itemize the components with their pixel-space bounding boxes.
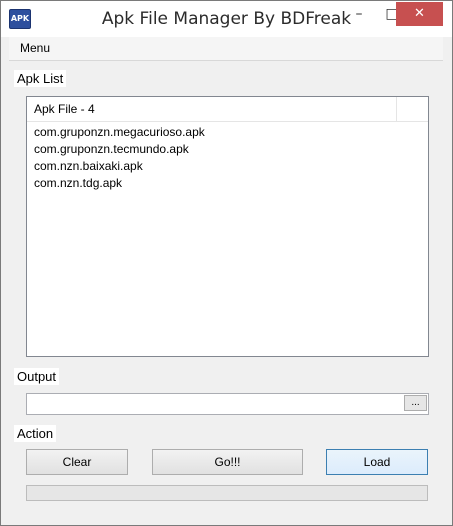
app-window: APK Apk File Manager By BDFreak – □ ✕ Me…: [0, 0, 453, 526]
apk-list-view[interactable]: Apk File - 4 com.gruponzn.megacurioso.ap…: [26, 96, 429, 357]
browse-button[interactable]: ...: [404, 395, 427, 411]
menu-item-menu[interactable]: Menu: [20, 37, 50, 60]
list-item[interactable]: com.nzn.baixaki.apk: [34, 158, 205, 175]
list-items: com.gruponzn.megacurioso.apk com.gruponz…: [34, 124, 205, 192]
menu-bar: Menu: [9, 37, 443, 61]
list-item[interactable]: com.nzn.tdg.apk: [34, 175, 205, 192]
progress-bar: [26, 485, 428, 501]
load-button[interactable]: Load: [326, 449, 428, 475]
output-path-field[interactable]: ...: [26, 393, 429, 415]
column-header-apk-file[interactable]: Apk File - 4: [27, 97, 397, 121]
list-item[interactable]: com.gruponzn.tecmundo.apk: [34, 141, 205, 158]
title-bar[interactable]: APK Apk File Manager By BDFreak – □ ✕: [1, 1, 452, 37]
apk-list-label: Apk List: [14, 70, 67, 87]
minimize-button[interactable]: –: [343, 2, 375, 26]
clear-button[interactable]: Clear: [26, 449, 128, 475]
go-button[interactable]: Go!!!: [152, 449, 303, 475]
list-item[interactable]: com.gruponzn.megacurioso.apk: [34, 124, 205, 141]
output-label: Output: [14, 368, 60, 385]
action-label: Action: [14, 425, 57, 442]
close-button[interactable]: ✕: [396, 2, 443, 26]
list-header: Apk File - 4: [27, 97, 428, 122]
